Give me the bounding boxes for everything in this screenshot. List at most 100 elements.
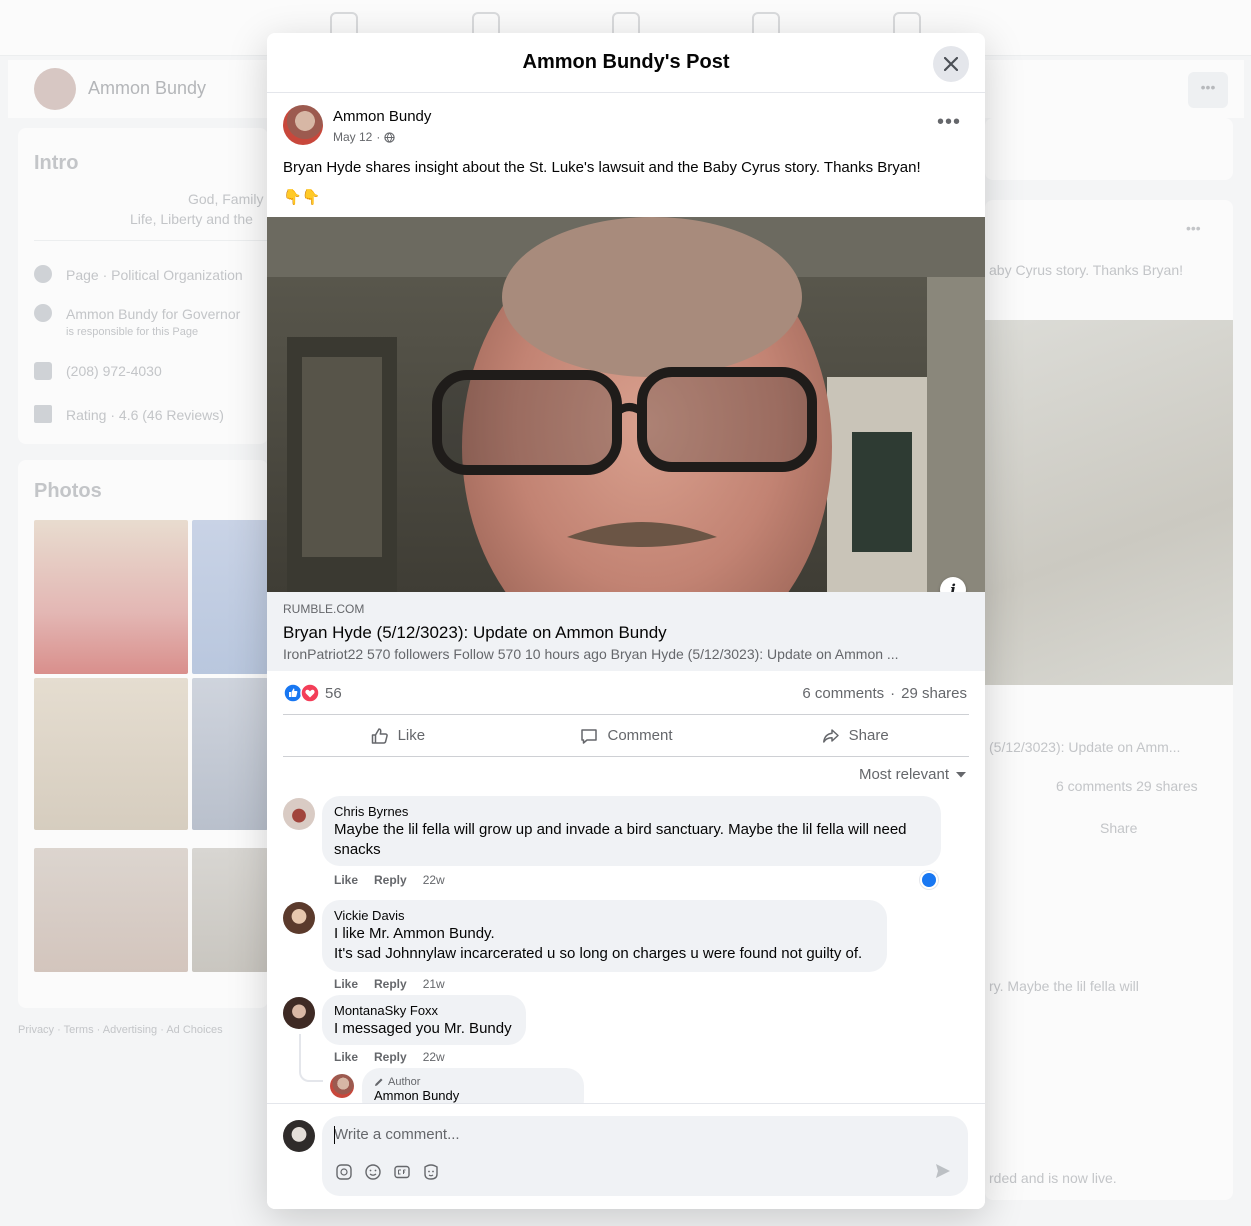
emoji-icon bbox=[365, 1164, 381, 1180]
page-avatar[interactable] bbox=[34, 68, 76, 110]
comment-text-line: It's sad Johnnylaw incarcerated u so lon… bbox=[334, 945, 863, 962]
comment-button[interactable]: Comment bbox=[512, 715, 741, 756]
post-more-button[interactable]: ••• bbox=[937, 111, 961, 134]
commenter-avatar[interactable] bbox=[283, 798, 315, 830]
photo-thumbnail[interactable] bbox=[34, 520, 188, 674]
share-label: Share bbox=[848, 727, 889, 744]
post-actions: Like Comment Share bbox=[283, 714, 969, 757]
page-more-button[interactable]: ••• bbox=[1188, 72, 1228, 108]
comment-box bbox=[322, 1116, 968, 1196]
close-icon bbox=[944, 57, 958, 71]
post-video-thumbnail[interactable] bbox=[267, 217, 985, 592]
reaction-count[interactable]: 56 bbox=[325, 685, 342, 702]
link-preview[interactable]: RUMBLE.COM Bryan Hyde (5/12/3023): Updat… bbox=[267, 592, 985, 671]
reply-author-name[interactable]: Ammon Bundy bbox=[374, 1088, 572, 1104]
post-more-icon[interactable]: ••• bbox=[1186, 220, 1201, 236]
comment-icon bbox=[581, 728, 598, 744]
comment-input[interactable] bbox=[334, 1126, 894, 1143]
share-icon bbox=[822, 728, 839, 743]
like-label: Like bbox=[397, 727, 426, 744]
shares-count[interactable]: 29 shares bbox=[901, 685, 967, 702]
comment-sort-dropdown[interactable]: Most relevant bbox=[859, 766, 967, 783]
share-fragment[interactable]: Share bbox=[1100, 820, 1137, 836]
comment-like-link[interactable]: Like bbox=[334, 1050, 358, 1064]
post-media-blurred[interactable] bbox=[985, 320, 1233, 685]
share-button[interactable]: Share bbox=[740, 715, 969, 756]
comment-time[interactable]: 22w bbox=[423, 1050, 445, 1064]
emoji-button[interactable] bbox=[363, 1162, 383, 1182]
avatar-sticker-button[interactable] bbox=[421, 1162, 441, 1182]
sort-label: Most relevant bbox=[858, 766, 949, 783]
intro-heading: Intro bbox=[34, 152, 79, 174]
comment-actions: Like Reply 22w bbox=[334, 1050, 445, 1064]
link-title-fragment[interactable]: (5/12/3023): Update on Amm... bbox=[989, 739, 1180, 755]
comment-like-link[interactable]: Like bbox=[334, 977, 358, 991]
about-category: Page · Political Organization bbox=[66, 267, 243, 283]
comment-reply-link[interactable]: Reply bbox=[374, 977, 407, 991]
gif-icon bbox=[394, 1165, 410, 1179]
send-button[interactable] bbox=[934, 1162, 952, 1185]
reply-avatar[interactable] bbox=[330, 1074, 354, 1098]
bottom-fragment: rded and is now live. bbox=[989, 1170, 1117, 1186]
about-owner-sub: is responsible for this Page bbox=[66, 326, 199, 338]
sticker-button[interactable] bbox=[334, 1162, 354, 1182]
meta-separator: · bbox=[376, 130, 381, 144]
dialog-title: Ammon Bundy's Post bbox=[522, 51, 730, 73]
comment-bubble: Chris Byrnes Maybe the lil fella will gr… bbox=[322, 796, 941, 866]
photo-thumbnail[interactable] bbox=[34, 848, 188, 972]
stats-fragment[interactable]: 6 comments 29 shares bbox=[1056, 778, 1198, 794]
pencil-icon bbox=[375, 1078, 383, 1086]
post-author-name[interactable]: Ammon Bundy bbox=[333, 108, 431, 125]
send-icon bbox=[936, 1164, 950, 1178]
post-meta: May 12 · bbox=[333, 130, 396, 144]
reaction-icons[interactable] bbox=[283, 683, 320, 703]
like-button[interactable]: Like bbox=[283, 715, 512, 756]
close-button[interactable] bbox=[933, 46, 969, 82]
post-emoji: 👇👇 bbox=[283, 189, 321, 206]
phone-icon bbox=[34, 362, 52, 380]
comment-item: MontanaSky Foxx I messaged you Mr. Bundy… bbox=[283, 995, 973, 1075]
comment-reply-link[interactable]: Reply bbox=[374, 1050, 407, 1064]
post-date[interactable]: May 12 bbox=[333, 130, 372, 144]
photo-thumbnail[interactable] bbox=[192, 848, 268, 972]
commenter-name[interactable]: Vickie Davis bbox=[334, 908, 875, 924]
comment-text: I messaged you Mr. Bundy bbox=[334, 1020, 512, 1037]
comment-share-counts: 6 comments · 29 shares bbox=[802, 685, 967, 702]
comments-count[interactable]: 6 comments bbox=[802, 685, 884, 702]
comment-label: Comment bbox=[607, 727, 673, 744]
commenter-name[interactable]: MontanaSky Foxx bbox=[334, 1003, 514, 1019]
comment-reply-link[interactable]: Reply bbox=[374, 873, 407, 887]
photo-thumbnail[interactable] bbox=[34, 678, 188, 830]
comment-like-badge-icon[interactable] bbox=[920, 871, 938, 889]
photos-heading: Photos bbox=[34, 480, 102, 502]
commenter-avatar[interactable] bbox=[283, 902, 315, 934]
comment-like-link[interactable]: Like bbox=[334, 873, 358, 887]
about-owner[interactable]: Ammon Bundy for Governor bbox=[66, 306, 240, 322]
photo-thumbnail[interactable] bbox=[192, 678, 268, 830]
intro-line: Life, Liberty and the bbox=[130, 211, 253, 227]
caret-down-icon bbox=[956, 771, 966, 777]
comment-time[interactable]: 22w bbox=[423, 873, 445, 887]
commenter-name[interactable]: Chris Byrnes bbox=[334, 804, 929, 820]
post-header: Ammon Bundy May 12 · ••• bbox=[283, 105, 969, 149]
comment-text: Maybe the lil fella will grow up and inv… bbox=[334, 821, 907, 858]
author-badge: Author bbox=[374, 1076, 572, 1088]
comment-item: Chris Byrnes Maybe the lil fella will gr… bbox=[283, 796, 973, 896]
reply-thread-connector bbox=[299, 1034, 323, 1082]
comment-time[interactable]: 21w bbox=[423, 977, 445, 991]
thumbs-up-icon bbox=[371, 727, 388, 744]
comment-bubble: Vickie Davis I like Mr. Ammon Bundy. It'… bbox=[322, 900, 887, 972]
footer-links[interactable]: Privacy · Terms · Advertising · Ad Choic… bbox=[18, 1024, 223, 1036]
gif-button[interactable] bbox=[392, 1162, 412, 1182]
link-title[interactable]: Bryan Hyde (5/12/3023): Update on Ammon … bbox=[283, 623, 667, 643]
page-name[interactable]: Ammon Bundy bbox=[88, 78, 206, 99]
comment-bubble: MontanaSky Foxx I messaged you Mr. Bundy bbox=[322, 995, 526, 1045]
photo-thumbnail[interactable] bbox=[192, 520, 268, 674]
commenter-avatar[interactable] bbox=[283, 997, 315, 1029]
photos-card: Photos bbox=[18, 460, 268, 1008]
author-avatar[interactable] bbox=[283, 105, 323, 145]
about-rating[interactable]: Rating · 4.6 (46 Reviews) bbox=[66, 407, 224, 423]
stats-separator: · bbox=[890, 685, 896, 702]
current-user-avatar[interactable] bbox=[283, 1120, 315, 1152]
comment-item: Vickie Davis I like Mr. Ammon Bundy. It'… bbox=[283, 900, 973, 992]
